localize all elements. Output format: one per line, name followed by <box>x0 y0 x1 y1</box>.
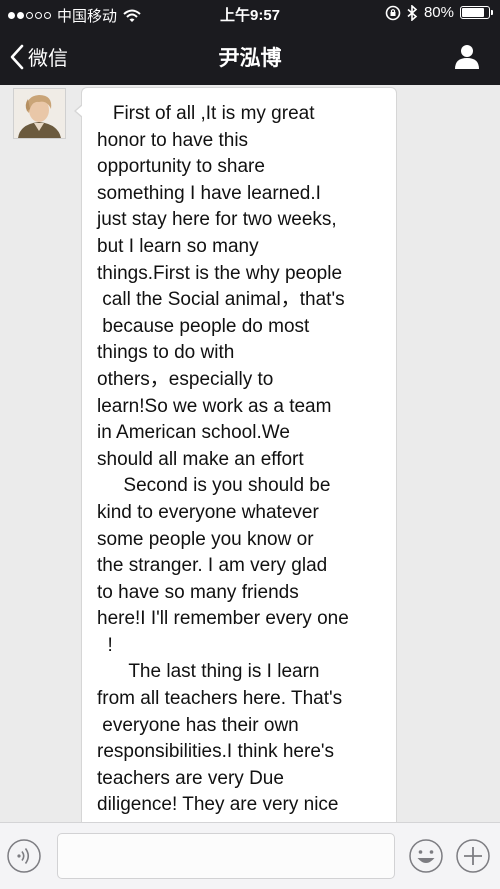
voice-button[interactable] <box>6 838 42 874</box>
battery-percent: 80% <box>423 4 454 21</box>
person-icon <box>455 45 479 69</box>
nav-bar: 微信 尹泓博 <box>0 28 500 85</box>
battery-level <box>462 8 485 17</box>
avatar-portrait <box>14 89 65 138</box>
message-text: First of all ,It is my great honor to ha… <box>97 103 349 816</box>
voice-icon <box>7 839 41 873</box>
chat-area[interactable]: First of all ,It is my great honor to ha… <box>0 85 500 822</box>
status-bar: 中国移动 上午9:57 80% <box>0 0 500 28</box>
emoji-button[interactable] <box>408 838 444 874</box>
chat-title: 尹泓博 <box>218 47 282 70</box>
profile-button[interactable] <box>452 42 482 72</box>
message-bubble[interactable]: First of all ,It is my great honor to ha… <box>74 87 397 822</box>
bluetooth-icon <box>407 4 418 21</box>
emoji-icon <box>409 839 443 873</box>
orientation-lock-icon <box>385 5 401 20</box>
plus-icon <box>456 839 490 873</box>
more-button[interactable] <box>455 838 491 874</box>
avatar[interactable] <box>13 88 66 139</box>
battery-icon <box>460 6 493 19</box>
input-bar <box>0 822 500 889</box>
status-right: 80% <box>385 4 493 21</box>
message-input[interactable] <box>57 833 395 879</box>
